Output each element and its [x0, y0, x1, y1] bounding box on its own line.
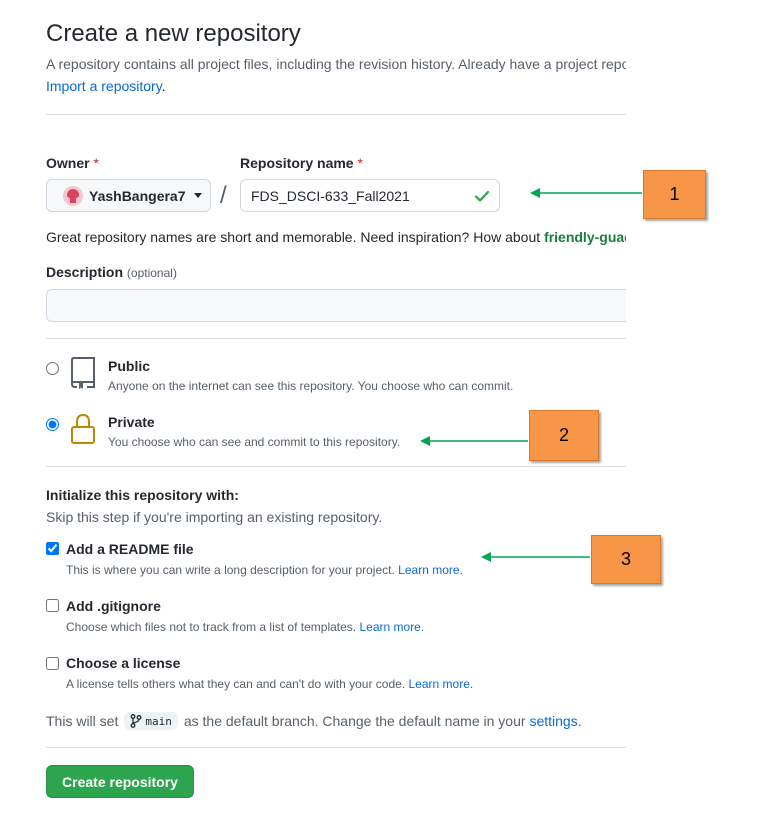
private-description: You choose who can see and commit to thi…: [108, 435, 401, 449]
license-checkbox[interactable]: [46, 657, 59, 670]
description-optional: (optional): [126, 266, 177, 280]
repo-name-required-mark: *: [357, 155, 363, 171]
page-subtitle: A repository contains all project files,…: [46, 56, 626, 72]
gitignore-description: Choose which files not to track from a l…: [66, 620, 424, 634]
gitignore-title: Add .gitignore: [66, 598, 161, 614]
license-desc-text: A license tells others what they can and…: [66, 677, 406, 691]
callout-2: 2: [529, 410, 599, 461]
gitignore-learn-more-link[interactable]: Learn more.: [359, 620, 424, 634]
divider: [46, 338, 626, 339]
import-repository-link[interactable]: Import a repository: [46, 78, 162, 94]
callout-arrow-3: [481, 552, 590, 562]
public-radio[interactable]: [46, 362, 59, 375]
divider: [46, 466, 626, 467]
repository-name-input[interactable]: [240, 179, 500, 212]
gitignore-desc-text: Choose which files not to track from a l…: [66, 620, 357, 634]
readme-desc-text: This is where you can write a long descr…: [66, 563, 395, 577]
owner-label-text: Owner: [46, 155, 90, 171]
branch-badge: main: [124, 712, 178, 730]
callout-1: 1: [643, 170, 706, 219]
owner-label: Owner *: [46, 155, 99, 171]
name-suggestion[interactable]: friendly-guacamole: [544, 229, 626, 245]
callout-3: 3: [591, 535, 661, 584]
owner-name: YashBangera7: [89, 187, 186, 204]
readme-checkbox[interactable]: [46, 542, 59, 555]
readme-learn-more-link[interactable]: Learn more.: [398, 563, 463, 577]
git-branch-icon: [130, 714, 142, 728]
lock-icon: [71, 413, 95, 444]
gitignore-checkbox[interactable]: [46, 599, 59, 612]
check-icon: [474, 190, 490, 202]
callout-arrow-2: [420, 436, 528, 446]
private-radio[interactable]: [46, 418, 59, 431]
public-title: Public: [108, 358, 151, 374]
branch-prefix: This will set: [46, 713, 119, 729]
owner-dropdown[interactable]: YashBangera7: [46, 179, 211, 212]
private-title: Private: [108, 414, 155, 430]
avatar: [63, 185, 83, 206]
divider: [46, 747, 626, 748]
caret-down-icon: [193, 193, 202, 198]
init-title: Initialize this repository with:: [46, 487, 239, 503]
repo-name-label-text: Repository name: [240, 155, 354, 171]
import-repository-line: Import a repository.: [46, 78, 166, 94]
owner-required-mark: *: [93, 155, 99, 171]
description-input[interactable]: [46, 289, 626, 322]
branch-period: .: [577, 713, 582, 729]
hint-text: Great repository names are short and mem…: [46, 229, 545, 245]
import-period: .: [161, 78, 166, 94]
divider: [46, 114, 626, 115]
branch-name: main: [145, 714, 172, 728]
public-description: Anyone on the internet can see this repo…: [108, 379, 514, 393]
callout-arrow-1: [530, 188, 642, 198]
init-subtitle: Skip this step if you're importing an ex…: [46, 509, 383, 525]
page-title: Create a new repository: [46, 20, 301, 47]
license-description: A license tells others what they can and…: [66, 677, 473, 691]
create-repository-button[interactable]: Create repository: [46, 765, 194, 798]
owner-repo-separator: /: [220, 182, 227, 209]
license-title: Choose a license: [66, 655, 181, 671]
description-label-text: Description: [46, 264, 124, 280]
settings-link[interactable]: settings: [529, 713, 577, 729]
default-branch-note: This will set main as the default branch…: [46, 712, 582, 730]
repo-name-label: Repository name *: [240, 155, 363, 171]
branch-suffix: as the default branch. Change the defaul…: [183, 713, 526, 729]
repo-book-icon: [71, 357, 95, 389]
license-learn-more-link[interactable]: Learn more.: [409, 677, 474, 691]
readme-description: This is where you can write a long descr…: [66, 563, 463, 577]
description-label: Description (optional): [46, 264, 177, 280]
readme-title: Add a README file: [66, 541, 194, 557]
repo-name-hint: Great repository names are short and mem…: [46, 229, 626, 245]
